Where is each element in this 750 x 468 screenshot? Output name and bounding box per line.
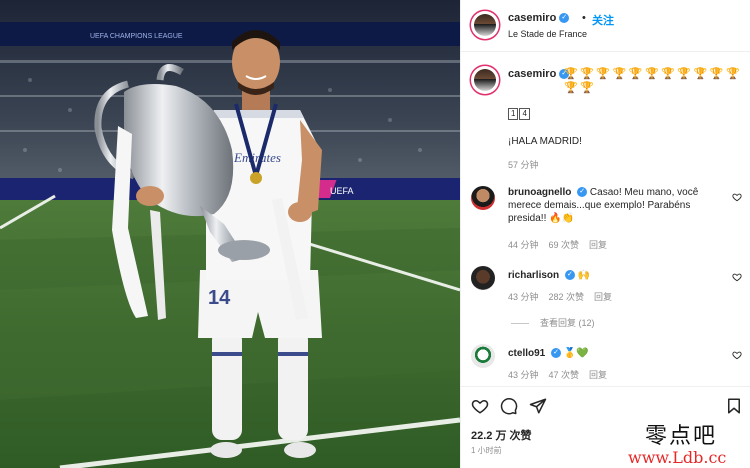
like-count[interactable]: 22.2 万 次赞 <box>471 427 532 443</box>
comment-text: ctello91 ✓ 🥇💚 <box>508 347 720 360</box>
paper-plane-icon[interactable] <box>529 397 547 415</box>
reply-button[interactable]: 回复 <box>594 292 612 302</box>
trophy-icon: 🏆 <box>677 68 692 80</box>
comment-meta: 43 分钟 47 次赞 回复 <box>508 368 617 381</box>
caption-text: ¡HALA MADRID! <box>508 136 582 147</box>
post-header: casemiro ✓ • 关注 Le Stade de France <box>461 0 750 52</box>
comment-text: brunoagnello ✓ Casao! Meu mano, você mer… <box>508 186 720 225</box>
commenter-username[interactable]: brunoagnello <box>508 187 571 198</box>
banner-text: UEFA CHAMPIONS LEAGUE <box>90 33 183 40</box>
verified-badge-icon: ✓ <box>577 187 588 198</box>
post-timestamp: 1 小时前 <box>471 446 502 455</box>
post-side-panel: casemiro ✓ • 关注 Le Stade de France casemi… <box>460 0 750 468</box>
trophy-icon: 🏆 <box>645 68 660 80</box>
comment-likes[interactable]: 47 次赞 <box>549 370 580 380</box>
author-username[interactable]: casemiro ✓ <box>508 12 570 24</box>
commenter-avatar[interactable] <box>471 344 495 368</box>
commenter-username[interactable]: ctello91 <box>508 348 545 359</box>
comment-time: 44 分钟 <box>508 240 539 250</box>
comments-section[interactable]: casemiro ✓ 🏆 🏆 🏆 🏆 🏆 🏆 🏆 🏆 🏆 🏆 🏆🏆 🏆 14 ¡HALA MADRID!… <box>461 52 750 386</box>
caption-avatar[interactable] <box>471 66 499 94</box>
caption-trophies: 🏆 🏆 🏆 🏆 🏆 🏆 🏆 🏆 🏆 🏆 🏆🏆 🏆 <box>564 67 744 95</box>
post-location[interactable]: Le Stade de France <box>508 29 587 39</box>
caption-boxed-digits: 14 <box>508 108 531 120</box>
trophy-icon: 🏆 <box>661 68 676 80</box>
boxed-digit: 4 <box>519 108 530 120</box>
heart-icon[interactable] <box>732 272 742 282</box>
comment-bubble-icon[interactable] <box>500 397 518 415</box>
view-replies-button[interactable]: 查看回复 (12) <box>511 316 595 329</box>
boxed-digit: 1 <box>508 108 519 120</box>
comment-text: richarlison ✓ 🙌 <box>508 269 720 282</box>
shorts-number: 14 <box>208 287 231 309</box>
comment-likes[interactable]: 69 次赞 <box>549 240 580 250</box>
reply-button[interactable]: 回复 <box>589 240 607 250</box>
trophy-icon: 🏆 <box>612 68 627 80</box>
trophy-icon: 🏆 <box>628 68 644 80</box>
trophy-icon: 🏆 <box>596 68 611 80</box>
follow-button[interactable]: 关注 <box>592 12 614 28</box>
comment-likes[interactable]: 282 次赞 <box>549 292 585 302</box>
comment-time: 43 分钟 <box>508 370 539 380</box>
trophy-icon: 🏆 <box>726 68 741 80</box>
board-text: UEFA <box>330 186 354 196</box>
verified-badge-icon: ✓ <box>551 348 562 359</box>
bookmark-icon[interactable] <box>725 397 743 415</box>
commenter-username[interactable]: richarlison <box>508 270 559 281</box>
verified-badge-icon: ✓ <box>564 270 575 281</box>
heart-icon[interactable] <box>471 397 489 415</box>
comment-meta: 43 分钟 282 次赞 回复 <box>508 290 622 303</box>
jersey-sponsor: Emirates <box>233 150 281 165</box>
watermark-chinese: 零点吧 <box>645 424 718 449</box>
separator-dot: • <box>582 12 586 24</box>
trophy-icon: 🏆 <box>709 68 725 80</box>
reply-button[interactable]: 回复 <box>589 370 607 380</box>
comment-body: 🙌 <box>577 270 591 281</box>
commenter-avatar[interactable] <box>471 186 495 210</box>
trophy-icon: 🏆 <box>564 82 579 94</box>
caption-time: 57 分钟 <box>508 160 539 170</box>
caption-username[interactable]: casemiro ✓ <box>508 68 570 80</box>
verified-badge-icon: ✓ <box>559 13 570 24</box>
heart-icon[interactable] <box>732 192 742 202</box>
trophy-icon: 🏆 <box>580 68 595 80</box>
comment-time: 43 分钟 <box>508 292 539 302</box>
trophy-icon: 🏆 <box>564 68 579 80</box>
stadium-photo: UEFA CHAMPIONS LEAGUE UEFA 14 Emirates <box>0 0 460 468</box>
watermark-url: www.Ldb.cc <box>628 448 727 467</box>
author-avatar[interactable] <box>471 11 499 39</box>
post-photo[interactable]: UEFA CHAMPIONS LEAGUE UEFA 14 Emirates <box>0 0 460 468</box>
trophy-icon: 🏆 <box>580 82 595 94</box>
commenter-avatar[interactable] <box>471 266 495 290</box>
comment-meta: 44 分钟 69 次赞 回复 <box>508 238 617 251</box>
comment-body: 🥇💚 <box>563 348 589 359</box>
trophy-icon: 🏆 <box>693 68 708 80</box>
heart-icon[interactable] <box>732 350 742 360</box>
